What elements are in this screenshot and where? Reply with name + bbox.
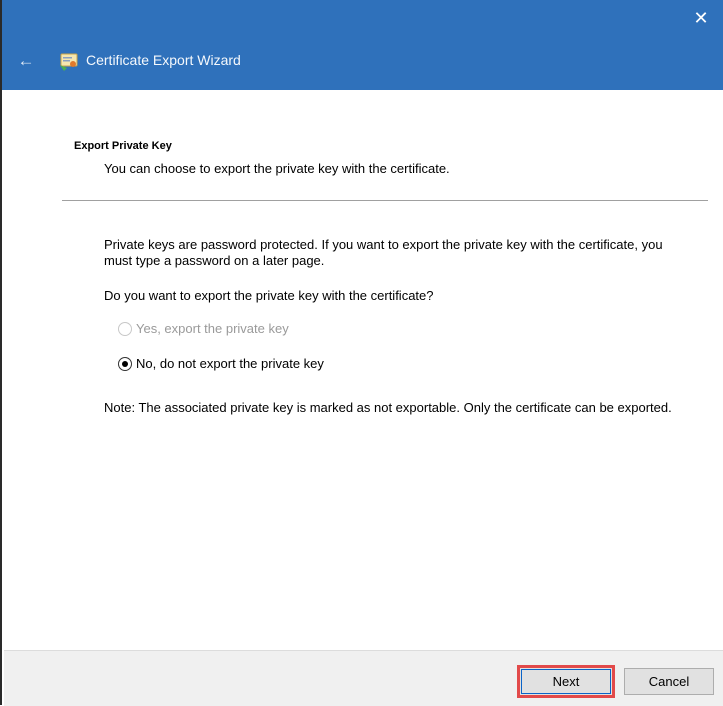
radio-no-indicator[interactable] xyxy=(118,356,132,371)
info-text: Private keys are password protected. If … xyxy=(104,237,663,268)
page-subheading: You can choose to export the private key… xyxy=(104,161,450,176)
title-bar: ✕ ← Certificate Export Wizard xyxy=(2,0,723,90)
certificate-wizard-icon xyxy=(60,53,78,71)
wizard-title: Certificate Export Wizard xyxy=(86,52,241,68)
certificate-export-wizard-window: ✕ ← Certificate Export Wizard Export Pri… xyxy=(0,0,723,706)
wizard-content: Export Private Key You can choose to exp… xyxy=(4,90,723,650)
page-heading: Export Private Key xyxy=(74,140,172,152)
radio-option-no[interactable]: No, do not export the private key xyxy=(118,356,324,371)
back-button[interactable]: ← xyxy=(14,50,38,72)
wizard-footer: Next Cancel xyxy=(4,650,723,706)
close-button[interactable]: ✕ xyxy=(679,0,723,36)
radio-yes-label: Yes, export the private key xyxy=(136,321,289,336)
export-question: Do you want to export the private key wi… xyxy=(104,288,434,303)
close-icon[interactable]: ✕ xyxy=(693,8,708,29)
radio-yes-indicator[interactable] xyxy=(118,321,132,336)
note-text: Note: The associated private key is mark… xyxy=(104,400,672,415)
radio-no-label: No, do not export the private key xyxy=(136,356,324,371)
header-divider xyxy=(62,200,708,201)
back-arrow-icon[interactable]: ← xyxy=(18,51,35,71)
radio-option-yes[interactable]: Yes, export the private key xyxy=(118,321,289,336)
next-button[interactable]: Next xyxy=(517,665,615,698)
cancel-button[interactable]: Cancel xyxy=(624,668,714,695)
